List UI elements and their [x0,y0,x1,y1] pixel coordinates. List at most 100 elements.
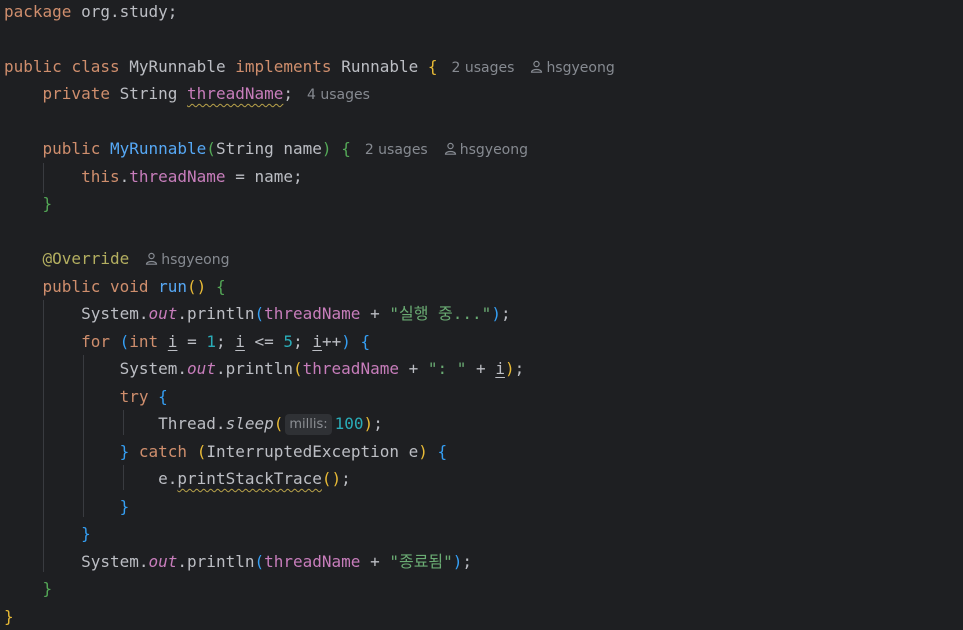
semicolon: ; [500,304,511,323]
param-hint-millis: millis: [285,414,332,435]
code-line-constructor[interactable]: public MyRunnable(String name) {2 usages… [4,135,528,162]
dot: . [177,359,188,378]
keyword-package: package [4,2,72,21]
string-literal: "실행 중..." [389,304,492,323]
code-line-print-stack[interactable]: e.printStackTrace(); [4,465,351,492]
method-sleep: sleep [225,414,274,433]
code-line-print-start[interactable]: System.out.println(threadName + "실행 중...… [4,300,511,327]
open-brace: { [427,57,438,76]
close-paren: ) [341,332,351,351]
code-line-sleep[interactable]: Thread.sleep(millis: 100); [4,410,383,437]
code-line-close-class[interactable]: } [4,603,14,630]
dot: . [167,469,178,488]
code-line-for-loop[interactable]: for (int i = 1; i <= 5; i++) { [4,328,370,355]
code-line-close-run[interactable]: } [4,575,53,602]
user-icon [146,252,158,265]
method-printStackTrace: printStackTrace [177,469,322,488]
operator: + [398,359,428,378]
dot: . [215,414,226,433]
code-line-catch[interactable]: } catch (InterruptedException e) { [4,438,448,465]
constructor-name: MyRunnable [109,139,207,158]
params: String name [215,139,322,158]
close-paren: ) [363,414,374,433]
exception-param: InterruptedException e [206,442,419,461]
open-brace: { [341,139,351,158]
usages-hint[interactable]: 2 usages [452,60,515,76]
semicolon: ; [293,332,313,351]
class-system: System [81,304,139,323]
close-paren: ) [321,139,332,158]
close-paren: ) [491,304,501,323]
code-line-field-declaration[interactable]: private String threadName; 4 usages [4,80,370,107]
string-literal: ": " [427,359,467,378]
usages-hint[interactable]: 4 usages [307,87,370,103]
dot: . [138,552,149,571]
semicolon: ; [341,469,351,488]
op-le: <= [244,332,284,351]
code-line-close-constructor[interactable]: } [4,190,53,217]
var-i: i [495,359,505,378]
number-1: 1 [206,332,216,351]
annotation-override: @Override [42,249,130,268]
static-out: out [148,304,178,323]
keyword-implements: implements [235,57,332,76]
open-brace: { [437,442,448,461]
author-name: hsgyeong [546,60,615,76]
code-line-close-catch[interactable]: } [4,493,130,520]
code-line-run-declaration[interactable]: public void run() { [4,273,226,300]
open-brace: { [360,332,371,351]
open-brace: { [215,277,226,296]
operator: + [360,552,390,571]
code-line-try[interactable]: try { [4,383,168,410]
code-line-class-declaration[interactable]: public class MyRunnable implements Runna… [4,53,615,80]
package-name: org.study; [71,2,178,21]
code-line-assign[interactable]: this.threadName = name; [4,163,303,190]
keyword-try: try [119,387,149,406]
code-line-print-count[interactable]: System.out.println(threadName + ": " + i… [4,355,525,382]
open-paren: ( [254,304,265,323]
user-icon [444,142,456,155]
user-icon [531,60,543,73]
class-name: MyRunnable [129,57,226,76]
author-hint[interactable]: hsgyeong [530,60,615,76]
type-string: String [119,84,178,103]
operator: + [466,359,496,378]
dot: . [119,167,130,186]
open-paren: ( [254,552,265,571]
string-literal: "종료됨" [389,552,453,571]
keyword-this: this [81,167,120,186]
semicolon: ; [462,552,473,571]
close-paren: ) [418,442,428,461]
static-out: out [148,552,178,571]
var-i: i [312,332,322,351]
author-hint[interactable]: hsgyeong [145,252,230,268]
keyword-void: void [109,277,149,296]
close-brace: } [119,497,130,516]
field-threadName: threadName [187,84,284,103]
field-threadName: threadName [129,167,226,186]
open-brace: { [158,387,168,406]
call-println: .println [177,304,255,323]
semicolon: ; [215,332,236,351]
field-threadName: threadName [302,359,399,378]
field-threadName: threadName [264,552,361,571]
class-thread: Thread [158,414,216,433]
semicolon: ; [283,84,294,103]
close-brace: } [42,579,53,598]
code-line-print-end[interactable]: System.out.println(threadName + "종료됨"); [4,548,472,575]
usages-hint[interactable]: 2 usages [365,142,428,158]
keyword-int: int [129,332,159,351]
close-paren: ) [504,359,515,378]
keyword-public: public [42,277,101,296]
code-line-package[interactable]: package org.study; [4,0,177,25]
author-hint[interactable]: hsgyeong [444,142,528,158]
code-line-annotation[interactable]: @Override hsgyeong [4,245,230,272]
code-line-close-for[interactable]: } [4,520,91,547]
close-brace: } [81,524,91,543]
op-assign: = [177,332,207,351]
parens: () [187,277,207,296]
static-out: out [187,359,216,378]
semicolon: ; [373,414,383,433]
code-editor[interactable]: package org.study; public class MyRunnab… [0,0,963,627]
close-brace: } [119,442,130,461]
